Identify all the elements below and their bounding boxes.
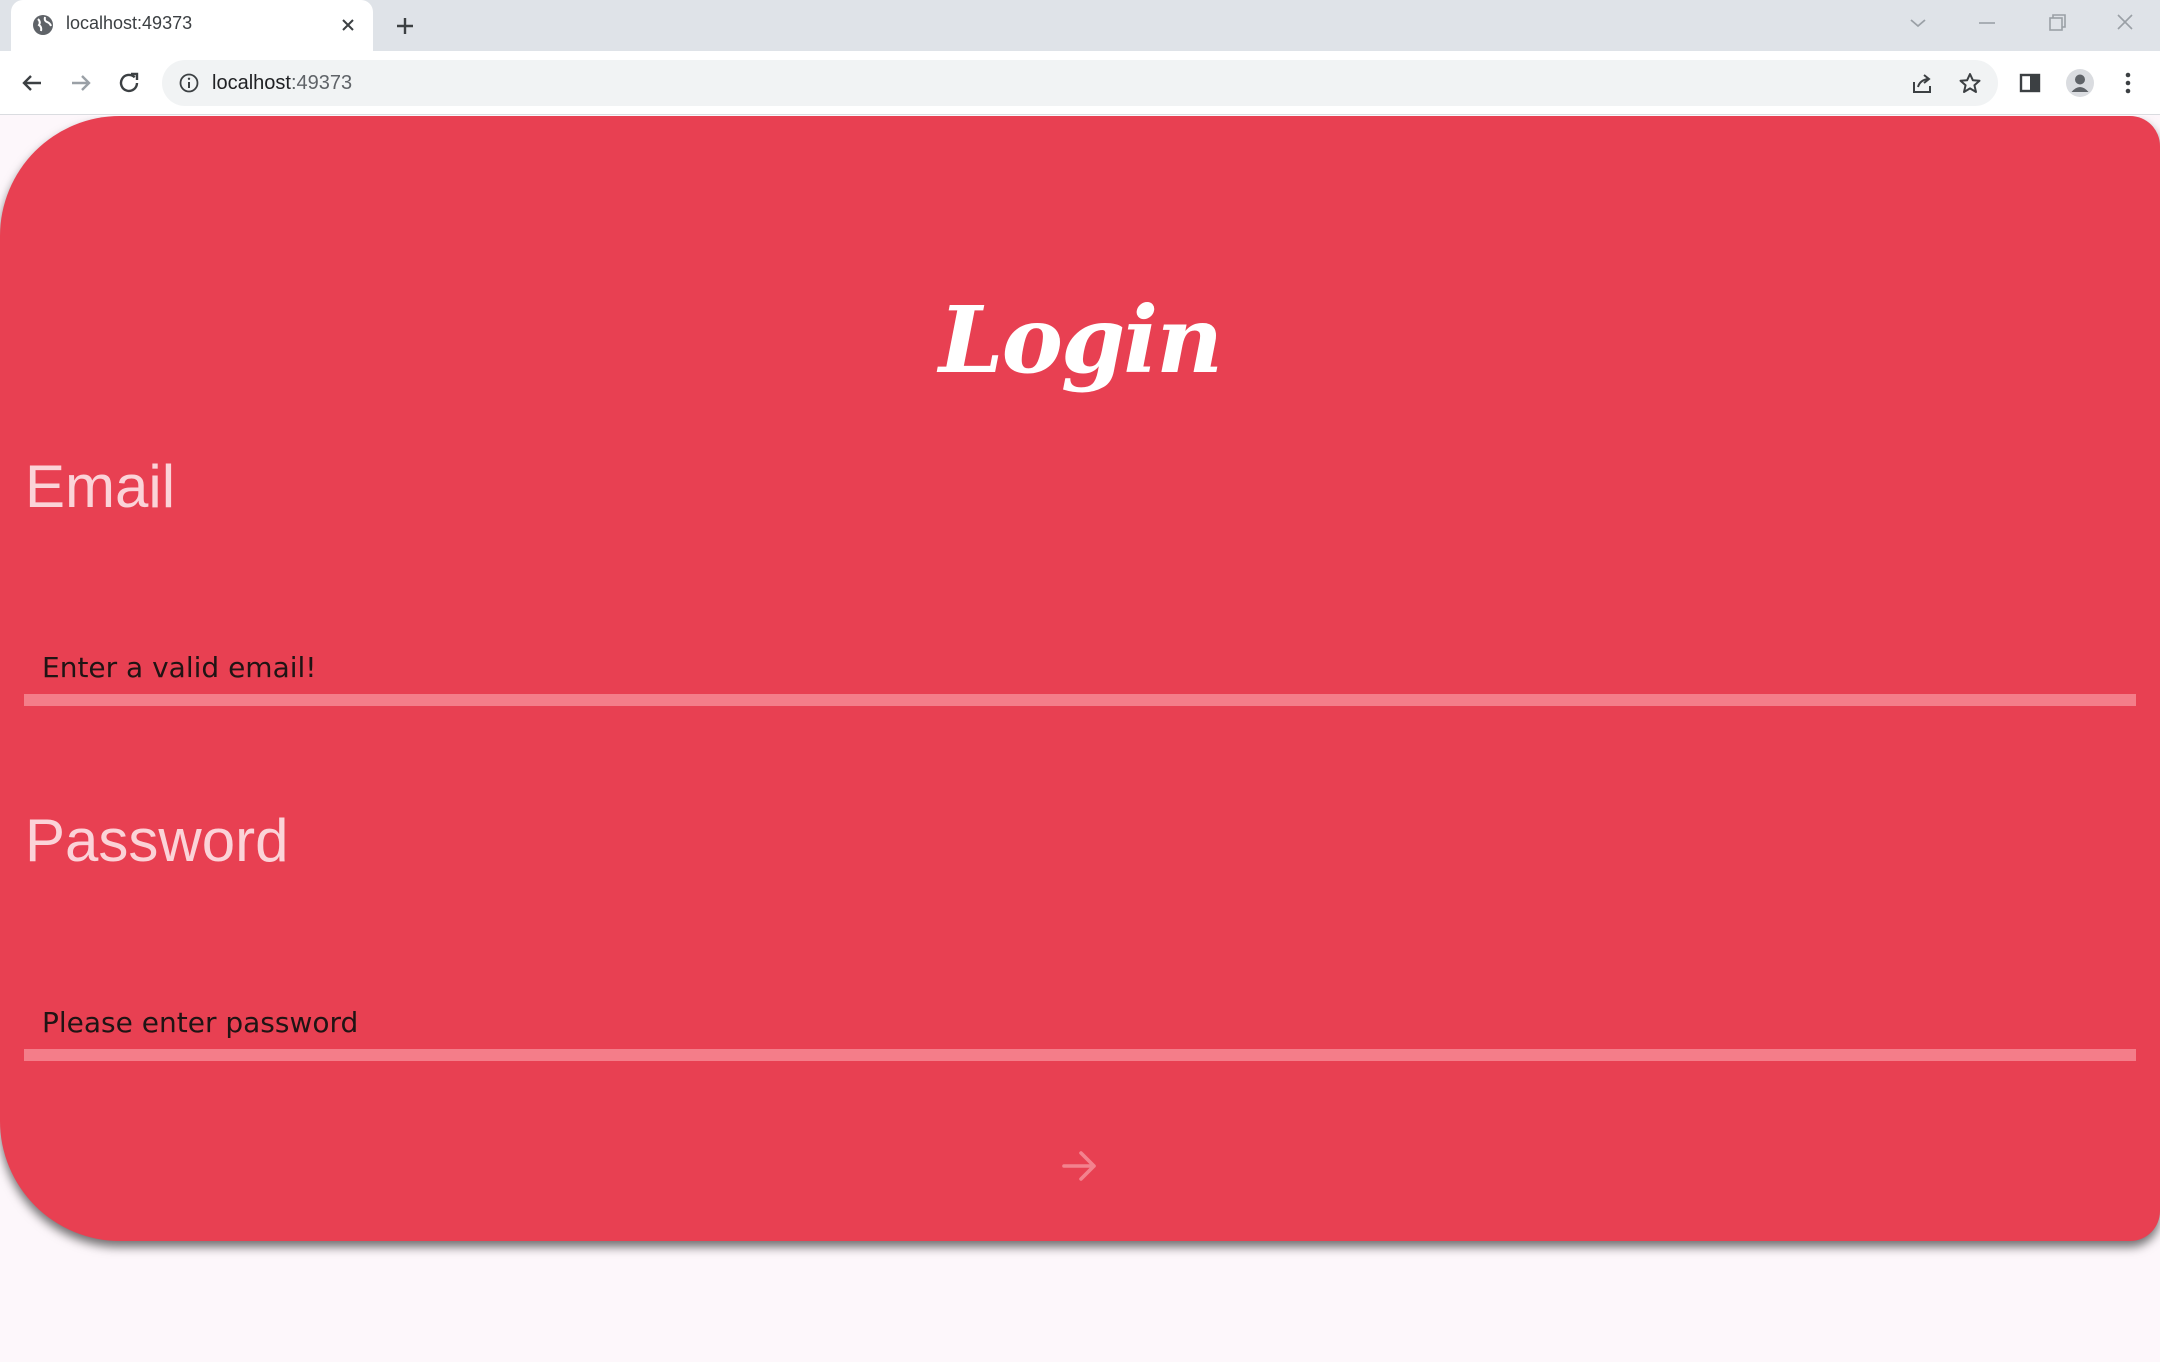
restore-icon[interactable] bbox=[2038, 8, 2074, 38]
submit-button[interactable] bbox=[1058, 1144, 1102, 1188]
browser-tab-strip: localhost:49373 bbox=[0, 0, 2160, 51]
login-card: Login Email Password bbox=[0, 116, 2160, 1241]
tab-title: localhost:49373 bbox=[66, 13, 193, 33]
arrow-right-icon bbox=[1062, 1151, 1096, 1181]
minimize-icon[interactable] bbox=[1969, 8, 2005, 38]
email-input[interactable] bbox=[24, 642, 2136, 706]
page-viewport: Login Email Password bbox=[0, 116, 2160, 1362]
side-panel-icon[interactable] bbox=[2014, 67, 2046, 99]
password-input[interactable] bbox=[24, 997, 2136, 1061]
back-icon[interactable] bbox=[16, 67, 48, 99]
tab-search-icon[interactable] bbox=[1900, 8, 1936, 38]
share-icon[interactable] bbox=[1908, 70, 1936, 98]
browser-tab[interactable]: localhost:49373 bbox=[11, 0, 373, 51]
forward-icon[interactable] bbox=[65, 67, 97, 99]
password-label: Password bbox=[25, 807, 289, 874]
new-tab-icon[interactable] bbox=[390, 11, 420, 41]
address-bar[interactable]: localhost:49373 bbox=[162, 60, 1998, 106]
close-window-icon[interactable] bbox=[2107, 8, 2143, 38]
url-text: localhost:49373 bbox=[212, 72, 352, 95]
globe-icon bbox=[33, 15, 53, 35]
browser-toolbar: localhost:49373 bbox=[0, 51, 2160, 115]
bookmark-star-icon[interactable] bbox=[1956, 70, 1984, 98]
menu-kebab-icon[interactable] bbox=[2112, 67, 2144, 99]
close-tab-icon[interactable] bbox=[335, 12, 361, 38]
email-label: Email bbox=[25, 453, 176, 520]
login-title: Login bbox=[938, 286, 1223, 394]
url-port: :49373 bbox=[290, 72, 353, 94]
url-host: localhost bbox=[212, 72, 291, 94]
site-info-icon[interactable] bbox=[178, 72, 200, 94]
profile-avatar-icon[interactable] bbox=[2064, 67, 2096, 99]
reload-icon[interactable] bbox=[113, 67, 145, 99]
